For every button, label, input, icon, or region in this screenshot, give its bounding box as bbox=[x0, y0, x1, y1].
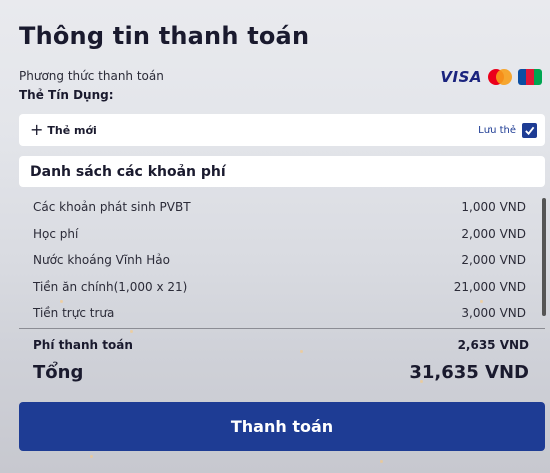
fee-name: Các khoản phát sinh PVBT bbox=[33, 200, 191, 215]
save-card-checkbox[interactable] bbox=[522, 122, 537, 138]
total-amount: 31,635 VND bbox=[409, 362, 529, 383]
fees-list[interactable]: Các khoản phát sinh PVBT 1,000 VND Học p… bbox=[19, 194, 537, 320]
jcb-logo bbox=[518, 69, 542, 85]
payment-method-label: Phương thức thanh toán bbox=[19, 69, 164, 83]
fee-name: Học phí bbox=[33, 226, 79, 241]
new-card-row[interactable]: + Thẻ mới Lưu thẻ bbox=[19, 114, 545, 146]
payment-fee-label: Phí thanh toán bbox=[33, 338, 133, 352]
payment-method-value: Thẻ Tín Dụng: bbox=[19, 88, 114, 102]
fee-row: Tiền trực trưa 3,000 VND bbox=[19, 300, 537, 320]
fee-name: Tiền trực trưa bbox=[33, 306, 115, 320]
payment-fee-row: Phí thanh toán 2,635 VND bbox=[33, 338, 529, 352]
fee-amount: 2,000 VND bbox=[461, 253, 526, 268]
fees-scrollbar[interactable] bbox=[542, 198, 546, 316]
fee-amount: 21,000 VND bbox=[453, 279, 526, 294]
fee-row: Nước khoáng Vĩnh Hảo 2,000 VND bbox=[19, 247, 537, 274]
save-card-label: Lưu thẻ bbox=[478, 124, 516, 136]
payment-fee-amount: 2,635 VND bbox=[457, 338, 529, 352]
total-row: Tổng 31,635 VND bbox=[33, 362, 529, 383]
fee-row: Tiền ăn chính(1,000 x 21) 21,000 VND bbox=[19, 274, 537, 301]
new-card-label: Thẻ mới bbox=[47, 123, 97, 137]
save-card-toggle[interactable]: Lưu thẻ bbox=[478, 122, 537, 138]
pay-button[interactable]: Thanh toán bbox=[19, 402, 545, 451]
plus-icon: + bbox=[30, 120, 44, 139]
fee-amount: 1,000 VND bbox=[461, 200, 526, 215]
visa-logo: VISA bbox=[440, 68, 482, 86]
fee-row: Học phí 2,000 VND bbox=[19, 221, 537, 248]
page-title: Thông tin thanh toán bbox=[19, 22, 310, 50]
fee-name: Tiền ăn chính(1,000 x 21) bbox=[33, 279, 188, 294]
fee-name: Nước khoáng Vĩnh Hảo bbox=[33, 253, 170, 268]
fees-heading: Danh sách các khoản phí bbox=[19, 156, 545, 187]
card-brand-logos: VISA bbox=[440, 68, 542, 86]
checkmark-icon bbox=[525, 126, 535, 135]
divider bbox=[19, 328, 545, 329]
total-label: Tổng bbox=[33, 362, 84, 383]
fee-row: Các khoản phát sinh PVBT 1,000 VND bbox=[19, 194, 537, 221]
mastercard-logo bbox=[488, 69, 512, 85]
fee-amount: 2,000 VND bbox=[461, 226, 526, 241]
fee-amount: 3,000 VND bbox=[461, 306, 526, 320]
